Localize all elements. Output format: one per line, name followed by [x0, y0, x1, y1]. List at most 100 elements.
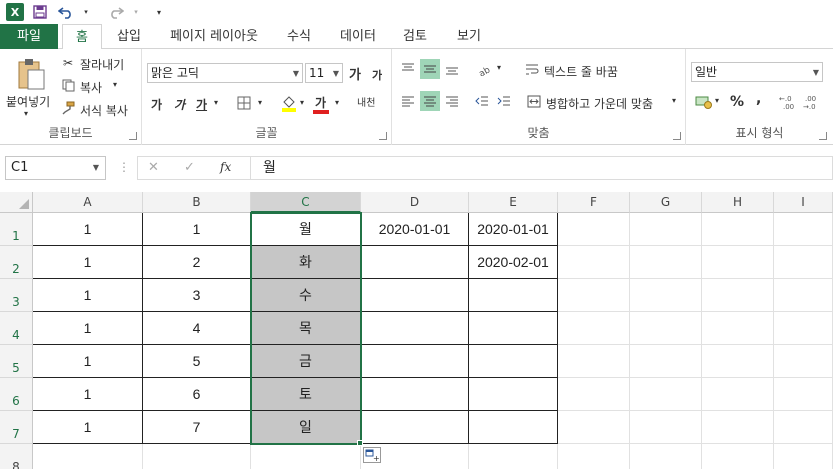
- row-header-2[interactable]: 2: [0, 246, 33, 279]
- comma-style-button[interactable]: ,: [756, 91, 761, 107]
- tab-file[interactable]: 파일: [0, 24, 58, 49]
- cell-i3[interactable]: [774, 279, 833, 312]
- number-format-select[interactable]: 일반 ▼: [691, 62, 823, 82]
- cell-i8[interactable]: [774, 444, 833, 469]
- row-header-7[interactable]: 7: [0, 411, 33, 444]
- cancel-icon[interactable]: ✕: [148, 160, 159, 175]
- cell-h5[interactable]: [702, 345, 774, 378]
- column-header-g[interactable]: G: [630, 192, 702, 213]
- cell-b5[interactable]: 5: [143, 345, 251, 378]
- cell-f6[interactable]: [558, 378, 630, 411]
- grow-font-button[interactable]: 가: [349, 64, 361, 83]
- cell-i1[interactable]: [774, 213, 833, 246]
- wrap-text-icon[interactable]: [524, 61, 540, 77]
- fill-color-icon[interactable]: [280, 93, 298, 113]
- bold-button[interactable]: 가: [151, 96, 162, 113]
- cell-d6[interactable]: [361, 378, 469, 411]
- cell-b6[interactable]: 6: [143, 378, 251, 411]
- cell-a8[interactable]: [33, 444, 143, 469]
- cell-e7[interactable]: [469, 411, 558, 444]
- align-middle-icon[interactable]: [420, 59, 440, 79]
- cell-e8[interactable]: [469, 444, 558, 469]
- tab-review[interactable]: 검토: [394, 24, 436, 49]
- align-top-icon[interactable]: [398, 59, 418, 79]
- cell-g3[interactable]: [630, 279, 702, 312]
- cut-button[interactable]: 잘라내기: [80, 56, 124, 73]
- column-header-a[interactable]: A: [33, 192, 143, 213]
- cell-e6[interactable]: [469, 378, 558, 411]
- cell-h4[interactable]: [702, 312, 774, 345]
- cell-d4[interactable]: [361, 312, 469, 345]
- align-bottom-icon[interactable]: [442, 59, 462, 79]
- cell-h8[interactable]: [702, 444, 774, 469]
- italic-button[interactable]: 가: [174, 96, 185, 113]
- cell-c4[interactable]: 목: [251, 312, 361, 345]
- cell-f2[interactable]: [558, 246, 630, 279]
- row-header-4[interactable]: 4: [0, 312, 33, 345]
- cell-f4[interactable]: [558, 312, 630, 345]
- font-launcher-icon[interactable]: [379, 132, 387, 140]
- save-button[interactable]: [30, 2, 50, 22]
- cell-g5[interactable]: [630, 345, 702, 378]
- cell-c7[interactable]: 일: [251, 411, 361, 444]
- format-painter-icon[interactable]: [60, 100, 76, 116]
- align-left-icon[interactable]: [398, 91, 418, 111]
- row-header-3[interactable]: 3: [0, 279, 33, 312]
- accounting-format-icon[interactable]: [694, 93, 714, 111]
- undo-button[interactable]: [56, 2, 76, 22]
- tab-page-layout[interactable]: 페이지 레이아웃: [160, 24, 268, 49]
- cell-d3[interactable]: [361, 279, 469, 312]
- cell-c3[interactable]: 수: [251, 279, 361, 312]
- cell-h1[interactable]: [702, 213, 774, 246]
- cell-a7[interactable]: 1: [33, 411, 143, 444]
- cell-g1[interactable]: [630, 213, 702, 246]
- select-all-button[interactable]: [0, 192, 33, 213]
- font-color-dropdown-icon[interactable]: ▾: [335, 98, 339, 107]
- font-color-button[interactable]: 가: [315, 94, 326, 111]
- row-header-1[interactable]: 1: [0, 213, 33, 246]
- column-header-c[interactable]: C: [251, 192, 361, 213]
- cell-e4[interactable]: [469, 312, 558, 345]
- cut-icon[interactable]: ✂: [60, 55, 76, 71]
- borders-dropdown-icon[interactable]: ▾: [258, 98, 262, 107]
- cell-a5[interactable]: 1: [33, 345, 143, 378]
- tab-formulas[interactable]: 수식: [278, 24, 320, 49]
- cell-a3[interactable]: 1: [33, 279, 143, 312]
- row-header-8[interactable]: 8: [0, 444, 33, 469]
- underline-dropdown-icon[interactable]: ▾: [214, 98, 218, 107]
- formula-bar-splitter-icon[interactable]: ⋮: [118, 160, 130, 174]
- cell-h2[interactable]: [702, 246, 774, 279]
- increase-decimal-icon[interactable]: ←.0.00: [778, 93, 800, 111]
- cell-i5[interactable]: [774, 345, 833, 378]
- column-header-i[interactable]: I: [774, 192, 833, 213]
- accounting-dropdown-icon[interactable]: ▾: [715, 96, 719, 105]
- tab-home[interactable]: 홈: [62, 24, 102, 50]
- format-painter-button[interactable]: 서식 복사: [80, 102, 128, 119]
- cell-g8[interactable]: [630, 444, 702, 469]
- fill-handle[interactable]: [357, 440, 363, 446]
- cell-b3[interactable]: 3: [143, 279, 251, 312]
- increase-indent-icon[interactable]: [494, 91, 514, 111]
- spreadsheet-grid[interactable]: A B C D E F G H I 1 1 1 월 2020-01-01 2020-01-01 2 1 2 화 202…: [0, 192, 833, 469]
- font-size-select[interactable]: 11 ▼: [305, 63, 343, 83]
- cell-e3[interactable]: [469, 279, 558, 312]
- cell-h6[interactable]: [702, 378, 774, 411]
- redo-dropdown[interactable]: ▾: [132, 2, 140, 22]
- percent-style-button[interactable]: %: [730, 94, 744, 110]
- row-header-5[interactable]: 5: [0, 345, 33, 378]
- column-header-e[interactable]: E: [469, 192, 558, 213]
- alignment-launcher-icon[interactable]: [673, 132, 681, 140]
- cell-g4[interactable]: [630, 312, 702, 345]
- cell-i7[interactable]: [774, 411, 833, 444]
- tab-insert[interactable]: 삽입: [108, 24, 150, 49]
- cell-f3[interactable]: [558, 279, 630, 312]
- decrease-indent-icon[interactable]: [472, 91, 492, 111]
- paste-dropdown-icon[interactable]: ▾: [24, 109, 28, 118]
- borders-icon[interactable]: [236, 95, 252, 111]
- number-launcher-icon[interactable]: [819, 132, 827, 140]
- merge-dropdown-icon[interactable]: ▾: [672, 96, 676, 105]
- tab-view[interactable]: 보기: [448, 24, 490, 49]
- align-right-icon[interactable]: [442, 91, 462, 111]
- cell-g7[interactable]: [630, 411, 702, 444]
- cell-d2[interactable]: [361, 246, 469, 279]
